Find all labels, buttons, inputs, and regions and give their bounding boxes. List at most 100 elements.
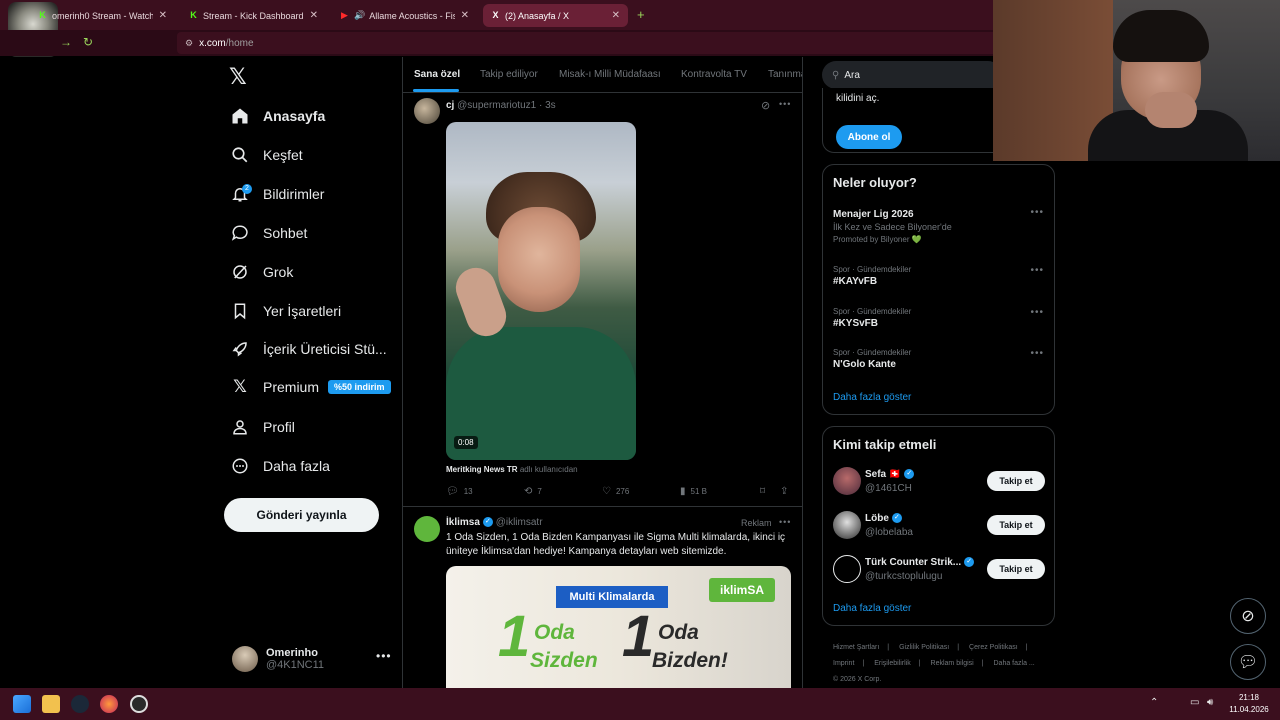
close-tab-icon[interactable]: ✕ bbox=[159, 10, 167, 21]
subscribe-button[interactable]: Abone ol bbox=[836, 125, 902, 149]
tab-list-tanin[interactable]: Tanınma bbox=[768, 69, 802, 80]
browser-tab-x-home[interactable]: X (2) Anasayfa / X ✕ bbox=[483, 4, 628, 27]
nav-item-creator-studio[interactable]: İçerik Üreticisi Stü... bbox=[230, 335, 387, 363]
footer-link[interactable]: Erişilebilirlik bbox=[874, 660, 911, 667]
nav-item-home[interactable]: Anasayfa bbox=[230, 102, 325, 130]
grok-fab-button[interactable]: ⊘ bbox=[1230, 598, 1266, 634]
firefox-icon[interactable] bbox=[100, 695, 118, 713]
close-tab-icon[interactable]: ✕ bbox=[310, 10, 318, 21]
follow-button[interactable]: Takip et bbox=[987, 515, 1045, 535]
views-button[interactable]: ▮ 51 B bbox=[680, 486, 707, 497]
footer-link[interactable]: Reklam bilgisi bbox=[931, 660, 974, 667]
bookmark-button[interactable]: ⌑ bbox=[760, 486, 770, 497]
browser-tab-youtube[interactable]: ▶ 🔊 Allame Acoustics - Fiskos ( ✕ bbox=[332, 4, 477, 27]
footer-link[interactable]: Hizmet Şartları bbox=[833, 644, 879, 651]
tab-list-kontravolta[interactable]: Kontravolta TV bbox=[681, 69, 747, 80]
more-dots-icon[interactable]: ••• bbox=[376, 649, 392, 663]
search-input[interactable]: ⚲ Ara bbox=[822, 61, 1002, 89]
retweet-button[interactable]: ⟲ 7 bbox=[524, 486, 542, 497]
more-dots-icon[interactable]: ••• bbox=[1030, 348, 1044, 359]
trend-item[interactable]: Spor · Gündemdekiler #KYSvFB ••• bbox=[833, 307, 1048, 329]
nav-item-profile[interactable]: Profil bbox=[230, 413, 295, 441]
tab-following[interactable]: Takip ediliyor bbox=[480, 69, 538, 80]
follow-suggestion[interactable]: Löbe ✓ @lobelaba Takip et bbox=[833, 511, 1048, 541]
new-tab-button[interactable]: + bbox=[637, 7, 645, 22]
more-dots-icon[interactable]: ••• bbox=[779, 99, 791, 109]
tweet-actions: 💬︎ 13 ⟲ 7 ♡ 276 ▮ 51 B ⌑ ⇪ bbox=[446, 486, 796, 500]
grok-icon[interactable]: ⊘ bbox=[761, 99, 770, 112]
tab-for-you[interactable]: Sana özel bbox=[414, 69, 460, 80]
timeline[interactable]: Sana özel Takip ediliyor Misak-ı Milli M… bbox=[402, 57, 803, 688]
post-button[interactable]: Gönderi yayınla bbox=[224, 498, 379, 532]
show-more-link[interactable]: Daha fazla göster bbox=[833, 603, 911, 614]
messages-fab-button[interactable]: 💬︎ bbox=[1230, 644, 1266, 680]
avatar[interactable] bbox=[833, 511, 861, 539]
follow-suggestion[interactable]: Sefa 🇨🇭 ✓ @1461CH Takip et bbox=[833, 467, 1048, 497]
more-dots-icon[interactable]: ••• bbox=[1030, 207, 1044, 218]
nav-item-explore[interactable]: Keşfet bbox=[230, 141, 303, 169]
forward-icon[interactable]: → bbox=[60, 35, 72, 49]
follow-button[interactable]: Takip et bbox=[987, 559, 1045, 579]
notification-count-badge: 2 bbox=[242, 184, 252, 194]
active-tab-indicator bbox=[413, 89, 459, 92]
close-tab-icon[interactable]: ✕ bbox=[612, 10, 620, 21]
trend-item[interactable]: Menajer Lig 2026 İlk Kez ve Sadece Bilyo… bbox=[833, 207, 1048, 244]
ad-word: Sizden bbox=[530, 649, 598, 672]
show-more-link[interactable]: Daha fazla göster bbox=[833, 392, 911, 403]
more-dots-icon[interactable]: ••• bbox=[779, 517, 791, 527]
tab-list-misak[interactable]: Misak-ı Milli Müdafaası bbox=[559, 69, 661, 80]
share-button[interactable]: ⇪ bbox=[780, 486, 793, 497]
obs-icon[interactable] bbox=[130, 695, 148, 713]
speaker-icon[interactable]: 🔊 bbox=[354, 10, 365, 21]
footer-link[interactable]: Daha fazla ... bbox=[994, 660, 1035, 667]
source-name[interactable]: Meritking News TR bbox=[446, 465, 518, 474]
follow-button[interactable]: Takip et bbox=[987, 471, 1045, 491]
tweet-video[interactable]: 0:08 bbox=[446, 122, 636, 460]
browser-tab-kick-stream[interactable]: K omerinh0 Stream - Watch Live o ✕ bbox=[30, 4, 175, 27]
follow-suggestion[interactable]: Türk Counter Strik... ✓ @turkcstoplulugu … bbox=[833, 555, 1048, 585]
footer-link[interactable]: Çerez Politikası bbox=[969, 644, 1018, 651]
tweet-header: cj @supermariotuz1 · 3s bbox=[446, 100, 556, 111]
close-tab-icon[interactable]: ✕ bbox=[461, 10, 469, 21]
nav-item-more[interactable]: Daha fazla bbox=[230, 452, 330, 480]
avatar[interactable] bbox=[833, 555, 861, 583]
nav-item-premium[interactable]: 𝕏 Premium %50 indirim bbox=[230, 373, 391, 401]
account-switcher[interactable]: Omerinho @4K1NC11 ••• bbox=[232, 643, 392, 675]
tweet-author-handle[interactable]: @iklimsatr bbox=[496, 517, 543, 528]
volume-icon[interactable]: 🔊︎ bbox=[1207, 697, 1213, 708]
system-clock[interactable]: 21:18 11.04.2026 bbox=[1224, 692, 1274, 716]
reload-icon[interactable]: ↻ bbox=[83, 35, 93, 49]
avatar[interactable] bbox=[414, 516, 440, 542]
more-dots-icon[interactable]: ••• bbox=[1030, 265, 1044, 276]
network-icon[interactable]: ▭ bbox=[1190, 697, 1199, 708]
video-source-attribution[interactable]: Meritking News TR adlı kullanıcıdan bbox=[446, 465, 578, 474]
tweet-author-name[interactable]: İklimsa bbox=[446, 517, 480, 528]
file-explorer-icon[interactable] bbox=[42, 695, 60, 713]
browser-tab-kick-dashboard[interactable]: K Stream - Kick Dashboard ✕ bbox=[181, 4, 326, 27]
reply-button[interactable]: 💬︎ 13 bbox=[446, 486, 473, 497]
more-dots-icon[interactable]: ••• bbox=[1030, 307, 1044, 318]
url-field[interactable]: ⚙ x.com/home bbox=[177, 32, 997, 54]
windows-start-icon[interactable] bbox=[13, 695, 31, 713]
trend-item[interactable]: Spor · Gündemdekiler #KAYvFB ••• bbox=[833, 265, 1048, 287]
tweet-author-handle[interactable]: @supermariotuz1 bbox=[457, 100, 536, 111]
steam-icon[interactable] bbox=[71, 695, 89, 713]
nav-item-bookmarks[interactable]: Yer İşaretleri bbox=[230, 297, 341, 325]
nav-item-grok[interactable]: Grok bbox=[230, 258, 293, 286]
avatar[interactable] bbox=[414, 98, 440, 124]
site-info-icon[interactable]: ⚙ bbox=[185, 38, 193, 49]
trend-title: #KYSvFB bbox=[833, 318, 879, 329]
footer-link[interactable]: Gizlilik Politikası bbox=[899, 644, 949, 651]
nav-item-chat[interactable]: Sohbet bbox=[230, 219, 307, 247]
tweet-time[interactable]: 3s bbox=[545, 100, 556, 111]
tweet-text: 1 Oda Sizden, 1 Oda Bizden Kampanyası il… bbox=[446, 532, 786, 557]
tweet-author-name[interactable]: cj bbox=[446, 100, 454, 111]
ad-image[interactable]: Multi Klimalarda iklimSA 1 Oda Sizden 1 … bbox=[446, 566, 791, 688]
trend-item[interactable]: Spor · Gündemdekiler N'Golo Kante ••• bbox=[833, 348, 1048, 370]
x-logo-icon[interactable]: 𝕏 bbox=[229, 64, 247, 90]
footer-link[interactable]: Imprint bbox=[833, 660, 854, 667]
nav-item-notifications[interactable]: 2 Bildirimler bbox=[230, 180, 324, 208]
like-button[interactable]: ♡ 276 bbox=[602, 486, 629, 497]
avatar[interactable] bbox=[833, 467, 861, 495]
tray-chevron-icon[interactable]: ⌃ bbox=[1150, 697, 1158, 708]
